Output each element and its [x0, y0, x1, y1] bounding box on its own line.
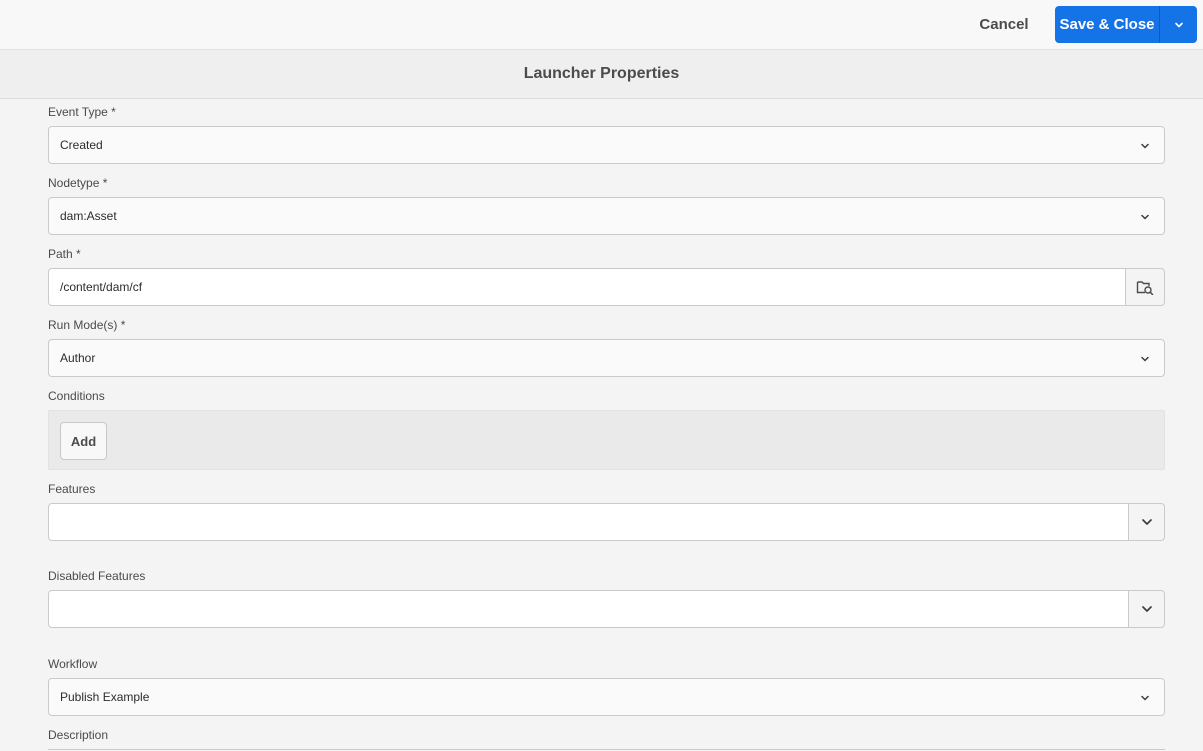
nodetype-label: Nodetype *: [48, 176, 108, 190]
action-bar: Cancel Save & Close: [0, 0, 1203, 50]
conditions-panel: Add: [48, 410, 1165, 470]
page-title: Launcher Properties: [523, 65, 680, 82]
disabled-features-dropdown-button[interactable]: [1128, 590, 1165, 628]
path-label: Path *: [48, 247, 81, 261]
conditions-label: Conditions: [48, 389, 105, 403]
features-label: Features: [48, 482, 96, 496]
run-modes-select[interactable]: Author: [48, 339, 1165, 377]
chevron-down-icon: [1141, 356, 1149, 362]
event-type-label: Event Type *: [48, 105, 116, 119]
workflow-select[interactable]: Publish Example: [48, 678, 1165, 716]
run-modes-label: Run Mode(s) *: [48, 318, 126, 332]
workflow-value: Publish Example: [60, 690, 150, 704]
chevron-down-icon: [1141, 214, 1149, 220]
event-type-select[interactable]: Created: [48, 126, 1165, 164]
path-browse-button[interactable]: [1125, 268, 1165, 306]
save-button-group: Save & Close: [1055, 6, 1197, 43]
save-options-button[interactable]: [1160, 6, 1197, 43]
workflow-label: Workflow: [48, 657, 98, 671]
chevron-down-icon: [1174, 22, 1183, 27]
description-label: Description: [48, 728, 109, 742]
features-input[interactable]: [48, 503, 1129, 541]
folder-search-icon: [1136, 281, 1154, 295]
run-modes-value: Author: [60, 351, 96, 365]
add-condition-button[interactable]: Add: [60, 422, 107, 460]
dialog-title-bar: Launcher Properties: [0, 50, 1203, 99]
nodetype-value: dam:Asset: [60, 209, 117, 223]
save-and-close-button[interactable]: Save & Close: [1055, 6, 1160, 43]
features-dropdown-button[interactable]: [1128, 503, 1165, 541]
chevron-down-icon: [1141, 695, 1149, 701]
nodetype-select[interactable]: dam:Asset: [48, 197, 1165, 235]
disabled-features-input[interactable]: [48, 590, 1129, 628]
event-type-value: Created: [60, 138, 103, 152]
path-input[interactable]: [48, 268, 1126, 306]
chevron-down-icon: [1141, 519, 1152, 525]
chevron-down-icon: [1141, 143, 1149, 149]
chevron-down-icon: [1141, 606, 1152, 612]
disabled-features-label: Disabled Features: [48, 569, 146, 583]
cancel-button[interactable]: Cancel: [968, 6, 1040, 42]
